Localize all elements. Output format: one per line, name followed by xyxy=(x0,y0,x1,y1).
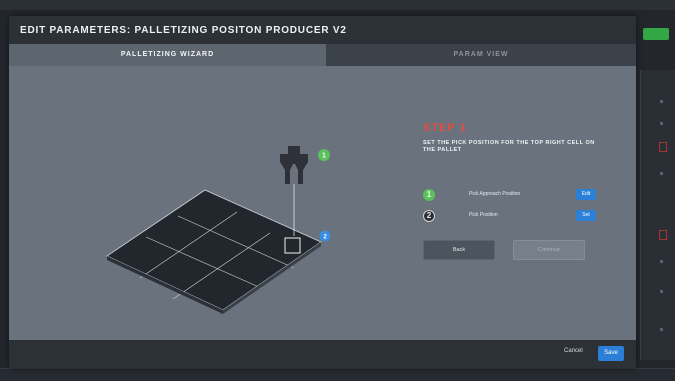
background-top-bar xyxy=(0,0,675,10)
pick-position-marker: 2 xyxy=(319,230,331,242)
step-description: SET THE PICK POSITION FOR THE TOP RIGHT … xyxy=(423,140,595,153)
pallet-grid xyxy=(106,189,322,314)
step-2-icon: 2 xyxy=(423,210,435,222)
step-2-label: Pick Position xyxy=(469,212,498,218)
background-footer xyxy=(0,368,675,381)
modal-title: EDIT PARAMETERS: PALLETIZING POSITON PRO… xyxy=(20,25,347,36)
step-info: STEP 1 SET THE PICK POSITION FOR THE TOP… xyxy=(423,122,623,154)
step-row-approach: 1 Pick Approach Position Edit xyxy=(423,188,603,204)
save-button[interactable]: Save xyxy=(598,346,624,361)
approach-position-marker: 1 xyxy=(318,149,330,161)
edit-approach-button[interactable]: Edit xyxy=(576,189,596,200)
back-button[interactable]: Back xyxy=(423,240,495,260)
modal-header: EDIT PARAMETERS: PALLETIZING POSITON PRO… xyxy=(9,16,636,44)
modal-footer: Cancel Save xyxy=(9,340,636,368)
step-1-complete-icon: 1 xyxy=(423,189,435,201)
step-title: STEP 1 xyxy=(423,122,467,134)
background-right-panel xyxy=(640,70,675,360)
cancel-button[interactable]: Cancel xyxy=(564,348,583,354)
step-row-pick: 2 Pick Position Set xyxy=(423,209,603,225)
pallet-surface xyxy=(106,189,322,311)
tab-palletizing-wizard[interactable]: PALLETIZING WIZARD xyxy=(9,44,326,66)
step-1-label: Pick Approach Position xyxy=(469,191,521,197)
set-pick-button[interactable]: Set xyxy=(576,210,596,221)
tab-param-view[interactable]: PARAM VIEW xyxy=(326,44,636,66)
continue-button[interactable]: Continue xyxy=(513,240,585,260)
background-green-button xyxy=(643,28,669,40)
wizard-content: 1 2 STEP 1 SET THE PICK POSITION FOR THE… xyxy=(9,66,636,340)
tab-bar: PALLETIZING WIZARD PARAM VIEW xyxy=(9,44,636,66)
svg-text:1: 1 xyxy=(322,153,326,160)
edit-parameters-modal: EDIT PARAMETERS: PALLETIZING POSITON PRO… xyxy=(9,16,636,368)
